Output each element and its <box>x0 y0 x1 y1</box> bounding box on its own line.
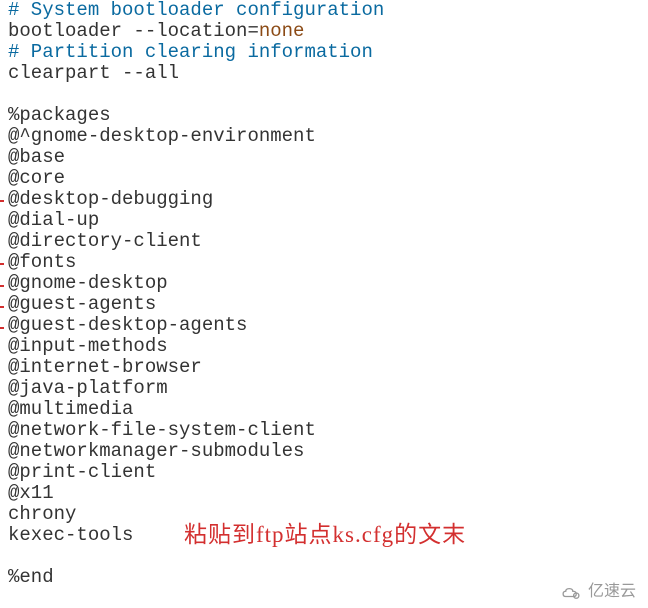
code-line: @internet-browser <box>8 356 202 378</box>
code-line: bootloader --location= <box>8 20 259 42</box>
code-line: @core <box>8 167 65 189</box>
code-line: @guest-agents <box>8 293 156 315</box>
code-line: @base <box>8 146 65 168</box>
code-line: clearpart --all <box>8 62 179 84</box>
watermark-text: 亿速云 <box>588 581 636 602</box>
code-keyword: none <box>259 20 305 42</box>
code-line: @gnome-desktop <box>8 272 168 294</box>
code-line: @dial-up <box>8 209 99 231</box>
code-line: @guest-desktop-agents <box>8 314 247 336</box>
comment-line: # System bootloader configuration <box>8 0 384 21</box>
code-line: @x11 <box>8 482 54 504</box>
code-line: @fonts <box>8 251 76 273</box>
annotation-text: 粘贴到ftp站点ks.cfg的文末 <box>184 524 466 545</box>
tick-mark <box>0 200 4 202</box>
code-line: %packages <box>8 104 111 126</box>
code-block: # System bootloader configuration bootlo… <box>8 0 648 588</box>
tick-mark <box>0 327 4 329</box>
tick-mark <box>0 263 4 265</box>
comment-line: # Partition clearing information <box>8 41 373 63</box>
code-line: @print-client <box>8 461 156 483</box>
code-line: @directory-client <box>8 230 202 252</box>
code-line: kexec-tools <box>8 524 133 546</box>
code-line: @network-file-system-client <box>8 419 316 441</box>
tick-mark <box>0 306 4 308</box>
code-line: %end <box>8 566 54 588</box>
code-line: @networkmanager-submodules <box>8 440 304 462</box>
code-line: @multimedia <box>8 398 133 420</box>
code-line: @java-platform <box>8 377 168 399</box>
code-line: @^gnome-desktop-environment <box>8 125 316 147</box>
tick-mark <box>0 285 4 287</box>
watermark: 亿速云 <box>560 581 636 602</box>
code-line: @desktop-debugging <box>8 188 213 210</box>
code-line: @input-methods <box>8 335 168 357</box>
code-line: chrony <box>8 503 76 525</box>
cloud-icon <box>560 585 582 599</box>
